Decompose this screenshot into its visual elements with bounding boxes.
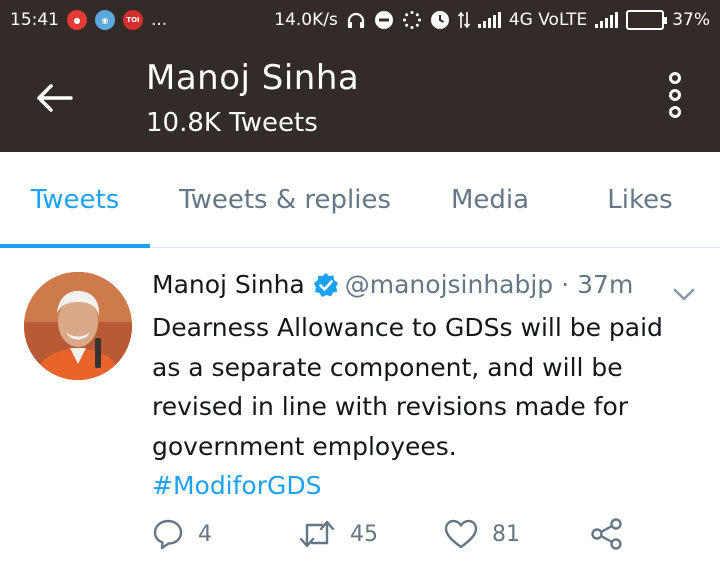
arrow-left-icon	[37, 84, 73, 112]
reply-button[interactable]: 4	[152, 518, 298, 550]
status-time: 15:41	[10, 10, 59, 30]
profile-header: Manoj Sinha 10.8K Tweets	[0, 40, 720, 152]
more-dot	[669, 72, 681, 84]
app-blue-icon: ◉	[95, 10, 115, 30]
like-button[interactable]: 81	[444, 519, 590, 549]
page-title: Manoj Sinha	[146, 58, 360, 98]
toi-icon: TOI	[123, 10, 143, 30]
like-count: 81	[492, 521, 520, 547]
reply-count: 4	[198, 521, 212, 547]
tab-media[interactable]: Media	[420, 152, 560, 247]
more-notifications: ...	[151, 10, 168, 30]
share-button[interactable]	[590, 518, 638, 550]
verified-badge-icon	[313, 272, 339, 298]
author-name[interactable]: Manoj Sinha	[152, 270, 305, 299]
clock-icon	[430, 11, 449, 29]
chevron-down-icon[interactable]	[672, 282, 696, 306]
network-speed: 14.0K/s	[274, 10, 338, 30]
heart-icon	[444, 519, 478, 549]
signal-1-icon	[477, 12, 501, 28]
avatar-image	[24, 272, 132, 380]
loading-icon	[402, 11, 421, 29]
tab-likes[interactable]: Likes	[560, 152, 720, 247]
meta-separator: ·	[561, 270, 570, 299]
tab-tweets-replies[interactable]: Tweets & replies	[150, 152, 420, 247]
hashtag-link[interactable]: #ModiforGDS	[152, 466, 692, 506]
tweet-actions: 4 45 81	[152, 518, 638, 550]
tweet-time[interactable]: 37m	[577, 270, 633, 299]
retweet-button[interactable]: 45	[298, 519, 444, 549]
headphones-icon	[347, 12, 364, 28]
battery-percent: 37%	[672, 10, 710, 30]
reply-icon	[153, 519, 183, 550]
tweet-card[interactable]: Manoj Sinha @manojsinhabjp · 37m Dearnes…	[0, 248, 720, 581]
tweet-text: Dearness Allowance to GDSs will be paid …	[152, 313, 663, 461]
more-options-button[interactable]	[660, 72, 690, 118]
profile-tabs: Tweets Tweets & replies Media Likes	[0, 152, 720, 248]
data-arrows-icon	[457, 11, 470, 29]
battery-icon	[626, 10, 668, 30]
retweet-icon	[299, 520, 335, 548]
tweet-count: 10.8K Tweets	[146, 108, 318, 138]
avatar[interactable]	[24, 272, 132, 380]
signal-2-icon	[595, 12, 619, 28]
back-button[interactable]	[32, 76, 76, 120]
retweet-count: 45	[350, 521, 378, 547]
status-right: 14.0K/s 4G VoLTE 37%	[274, 10, 710, 30]
share-icon	[591, 518, 622, 550]
status-bar: 15:41 ● ◉ TOI ... 14.0K/s 4G VoLTE 37%	[0, 0, 720, 40]
tab-tweets[interactable]: Tweets	[0, 152, 150, 248]
more-dot	[669, 89, 681, 101]
status-left: 15:41 ● ◉ TOI ...	[10, 10, 167, 30]
dnd-icon	[374, 11, 393, 29]
more-dot	[669, 106, 681, 118]
tweet-body: Dearness Allowance to GDSs will be paid …	[152, 308, 692, 506]
network-label: 4G VoLTE	[508, 10, 588, 30]
author-handle[interactable]: @manojsinhabjp	[345, 270, 553, 299]
app-red-icon: ●	[67, 10, 87, 30]
tweet-header: Manoj Sinha @manojsinhabjp · 37m	[152, 270, 633, 299]
